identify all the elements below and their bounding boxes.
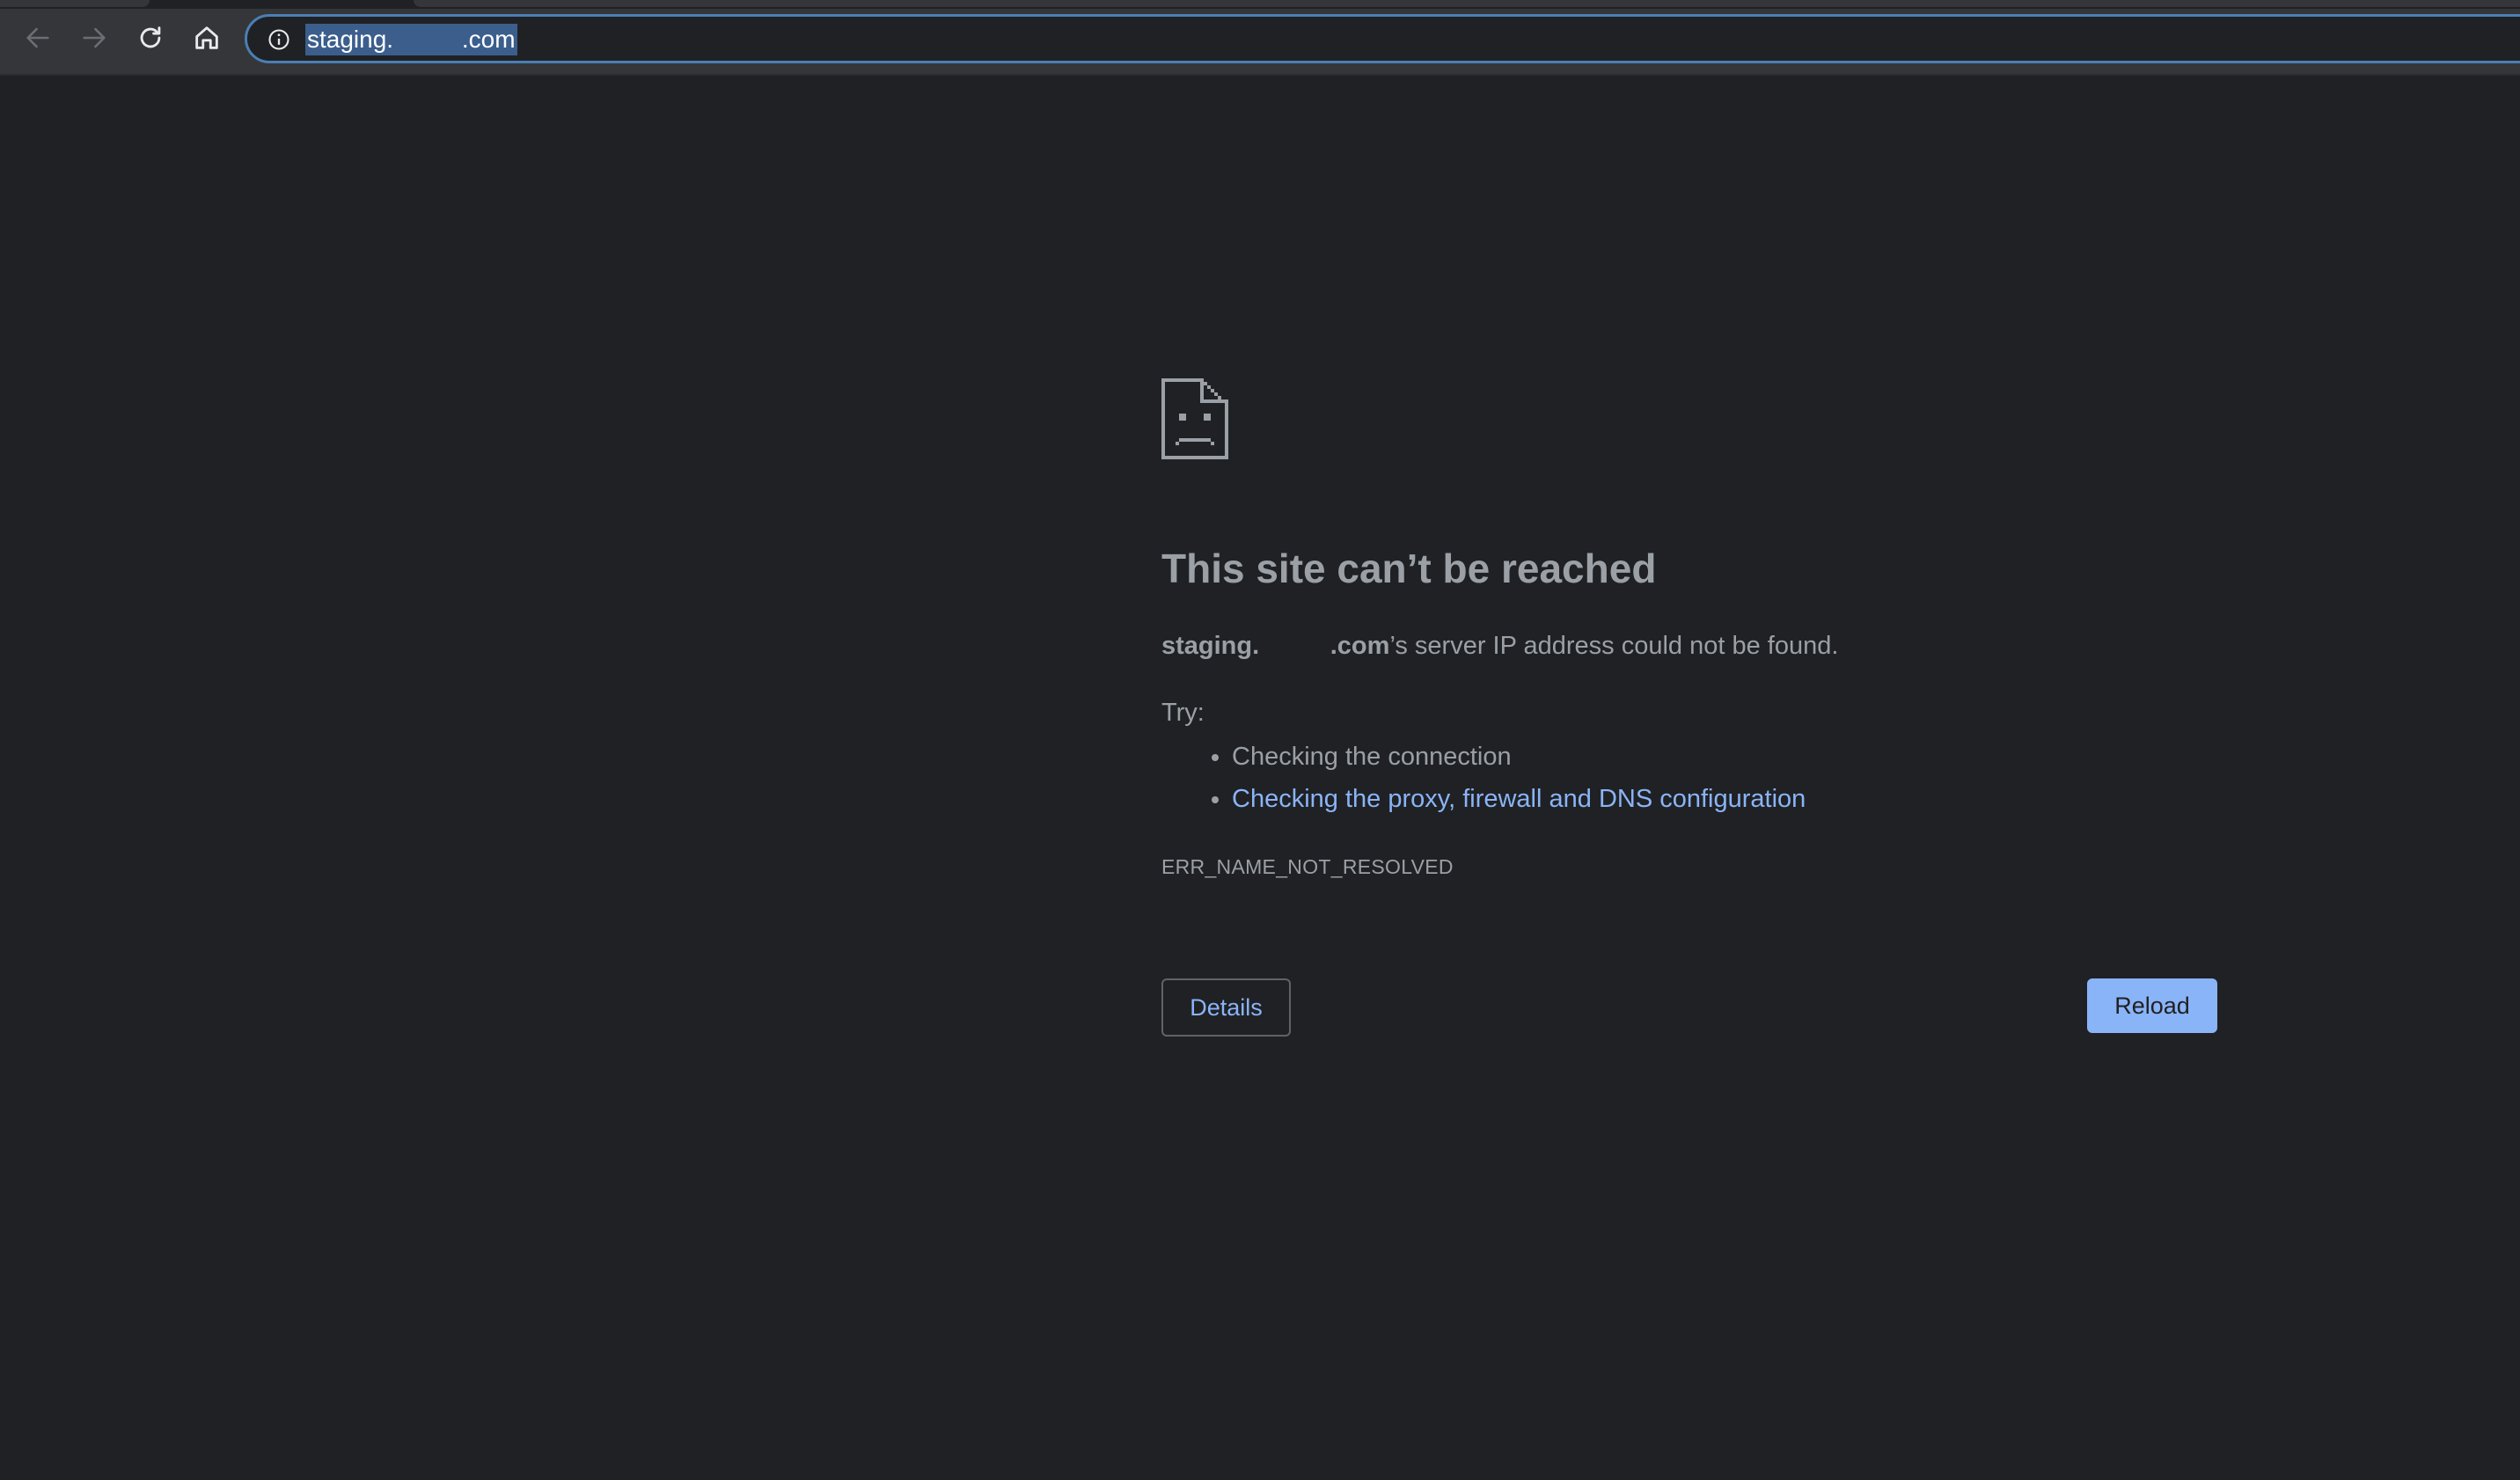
arrow-forward-icon bbox=[83, 27, 106, 48]
browser-toolbar: staging. .com bbox=[0, 0, 2520, 76]
reload-button[interactable] bbox=[130, 18, 171, 58]
error-host: staging. .com bbox=[1161, 632, 1390, 660]
suggestions-list: Checking the connection Checking the pro… bbox=[1161, 736, 2217, 820]
forward-button[interactable] bbox=[74, 18, 114, 58]
url-text[interactable]: staging. .com bbox=[305, 24, 517, 55]
reload-page-button[interactable]: Reload bbox=[2087, 978, 2217, 1033]
error-title: This site can’t be reached bbox=[1161, 546, 1657, 591]
tab-strip-left bbox=[0, 0, 150, 7]
error-code: ERR_NAME_NOT_RESOLVED bbox=[1161, 855, 1454, 878]
sad-page-icon bbox=[1161, 378, 1228, 459]
tab-strip bbox=[0, 0, 2520, 9]
error-summary: staging. .com’s server IP address could … bbox=[1161, 628, 2217, 663]
info-icon[interactable] bbox=[267, 27, 291, 52]
arrow-back-icon bbox=[26, 27, 49, 48]
error-content: This site can’t be reached staging. .com… bbox=[1161, 378, 2217, 879]
suggestion-check-proxy: Checking the proxy, firewall and DNS con… bbox=[1232, 778, 2217, 820]
error-summary-rest: ’s server IP address could not be found. bbox=[1389, 632, 1839, 660]
address-bar[interactable]: staging. .com bbox=[245, 14, 2520, 63]
try-label: Try: bbox=[1161, 699, 1205, 727]
home-icon bbox=[195, 26, 218, 49]
back-button[interactable] bbox=[18, 18, 58, 58]
tab-strip-right bbox=[414, 0, 2520, 7]
suggestion-check-connection: Checking the connection bbox=[1232, 736, 2217, 778]
details-button[interactable]: Details bbox=[1161, 978, 1291, 1037]
home-button[interactable] bbox=[187, 18, 227, 58]
proxy-firewall-dns-link[interactable]: Checking the proxy, firewall and DNS con… bbox=[1232, 785, 1806, 813]
reload-icon bbox=[140, 26, 161, 48]
